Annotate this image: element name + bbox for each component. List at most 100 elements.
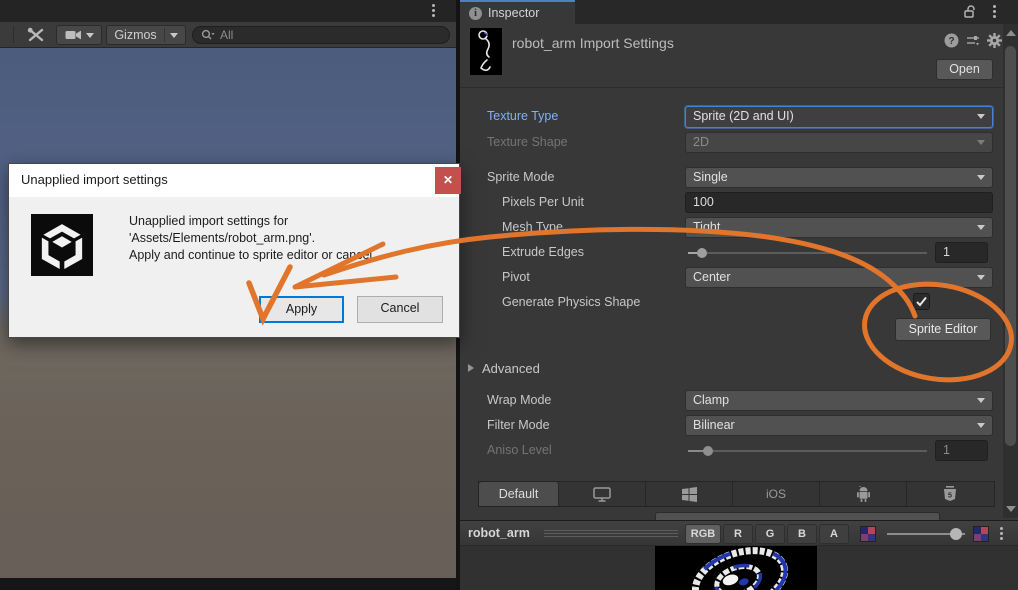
mip-level-slider[interactable] [887, 533, 965, 535]
camera-icon [65, 29, 82, 41]
wrap-mode-dropdown[interactable]: Clamp [685, 390, 993, 411]
chevron-down-icon [86, 33, 94, 38]
extrude-edges-slider[interactable]: 1 [685, 242, 993, 263]
camera-view-button[interactable] [56, 25, 102, 45]
sprite-mode-label: Sprite Mode [487, 167, 554, 188]
sprite-mode-dropdown[interactable]: Single [685, 167, 993, 188]
tools-icon [27, 27, 45, 43]
sprite-editor-button[interactable]: Sprite Editor [895, 318, 991, 341]
drag-handle[interactable] [544, 530, 678, 537]
gizmos-dropdown[interactable]: Gizmos [106, 25, 186, 45]
toolbar-separator [13, 26, 14, 43]
unapplied-import-settings-dialog: Unapplied import settings ✕ Unapplied im… [8, 163, 460, 338]
filter-mode-label: Filter Mode [487, 415, 550, 436]
info-icon: i [469, 7, 482, 20]
import-settings-header: robot_arm Import Settings ? [460, 24, 1018, 88]
close-icon[interactable]: ✕ [435, 167, 461, 194]
scrollbar-thumb[interactable] [1005, 46, 1016, 446]
chevron-down-icon [977, 114, 985, 119]
cancel-button[interactable]: Cancel [357, 296, 443, 323]
scene-menu-strip [0, 0, 456, 22]
scene-search-input[interactable]: All [192, 26, 450, 44]
mesh-type-dropdown[interactable]: Tight [685, 217, 993, 238]
mip-color-icon [973, 526, 989, 542]
filter-mode-dropdown[interactable]: Bilinear [685, 415, 993, 436]
ios-label: iOS [766, 487, 786, 501]
extrude-edges-value[interactable]: 1 [935, 242, 988, 263]
dialog-title: Unapplied import settings [21, 172, 168, 187]
aniso-level-slider: 1 [685, 440, 993, 461]
extrude-edges-label: Extrude Edges [502, 242, 584, 263]
generate-physics-shape-label: Generate Physics Shape [502, 292, 640, 313]
scene-bottom-strip [0, 578, 456, 590]
unity-logo [31, 214, 93, 276]
apply-button[interactable]: Apply [259, 296, 344, 323]
wrap-mode-label: Wrap Mode [487, 390, 551, 411]
texture-type-label: Texture Type [487, 106, 558, 127]
open-button[interactable]: Open [936, 59, 993, 80]
tab-default[interactable]: Default [479, 482, 559, 506]
page-title: robot_arm Import Settings [512, 35, 674, 51]
foldout-arrow-icon[interactable] [468, 364, 474, 372]
inspector-panel: i Inspector [460, 0, 1018, 590]
slider-handle[interactable] [697, 248, 707, 258]
preview-kebab-icon[interactable] [1000, 527, 1004, 541]
slider-handle [703, 446, 713, 456]
pivot-dropdown[interactable]: Center [685, 267, 993, 288]
pixels-per-unit-field[interactable]: 100 [685, 192, 993, 213]
preview-header: robot_arm RGB R G B A [460, 520, 1018, 546]
channel-rgb-button[interactable]: RGB [685, 524, 721, 544]
sprite-preview-image [655, 546, 817, 590]
chevron-down-icon [977, 175, 985, 180]
scene-menu-kebab-icon[interactable] [432, 4, 436, 18]
chevron-down-icon [977, 423, 985, 428]
gear-icon[interactable] [987, 33, 1002, 48]
channel-g-button[interactable]: G [755, 524, 785, 544]
pivot-label: Pivot [502, 267, 530, 288]
generate-physics-shape-row [685, 292, 993, 313]
chevron-down-icon [977, 225, 985, 230]
preview-asset-name: robot_arm [468, 526, 530, 540]
help-icon[interactable]: ? [944, 33, 959, 48]
inspector-scrollbar[interactable] [1003, 24, 1018, 518]
gizmos-divider [164, 28, 165, 42]
chevron-down-icon [977, 275, 985, 280]
inspector-menu-kebab-icon[interactable] [993, 5, 997, 19]
texture-shape-dropdown: 2D [685, 132, 993, 153]
windows-icon [682, 487, 697, 502]
generate-physics-shape-checkbox[interactable] [913, 293, 930, 310]
tools-button[interactable] [20, 25, 52, 45]
channel-b-button[interactable]: B [787, 524, 817, 544]
svg-text:?: ? [948, 36, 954, 47]
slider-handle[interactable] [950, 528, 962, 540]
mip-color-icon [860, 526, 876, 542]
unity-editor-window: Gizmos All i Insp [0, 0, 1018, 590]
tab-webgl[interactable]: 5 [907, 482, 993, 506]
tab-standalone[interactable] [559, 482, 646, 506]
tab-windows[interactable] [646, 482, 733, 506]
texture-type-dropdown[interactable]: Sprite (2D and UI) [685, 106, 993, 128]
tab-inspector[interactable]: i Inspector [460, 0, 575, 24]
unlock-icon[interactable] [963, 5, 977, 19]
tab-android[interactable] [820, 482, 907, 506]
pixels-per-unit-label: Pixels Per Unit [502, 192, 584, 213]
scroll-up-icon[interactable] [1006, 30, 1016, 36]
preview-area [460, 546, 1018, 590]
svg-text:5: 5 [948, 491, 952, 500]
channel-r-button[interactable]: R [723, 524, 753, 544]
chevron-down-icon [170, 33, 178, 38]
scene-toolbar: Gizmos All [0, 22, 456, 48]
presets-icon[interactable] [966, 33, 981, 48]
monitor-icon [593, 487, 611, 502]
dialog-title-bar[interactable]: Unapplied import settings [9, 164, 459, 197]
html5-icon: 5 [943, 486, 957, 502]
channel-a-button[interactable]: A [819, 524, 849, 544]
scroll-down-icon[interactable] [1006, 506, 1016, 512]
robot-arm-thumbnail[interactable] [470, 28, 502, 75]
tab-ios[interactable]: iOS [733, 482, 820, 506]
dialog-message: Unapplied import settings for 'Assets/El… [129, 213, 376, 264]
inspector-tab-label: Inspector [488, 6, 539, 20]
aniso-level-label: Aniso Level [487, 440, 552, 461]
advanced-foldout[interactable]: Advanced [482, 358, 540, 379]
chevron-down-icon [977, 140, 985, 145]
